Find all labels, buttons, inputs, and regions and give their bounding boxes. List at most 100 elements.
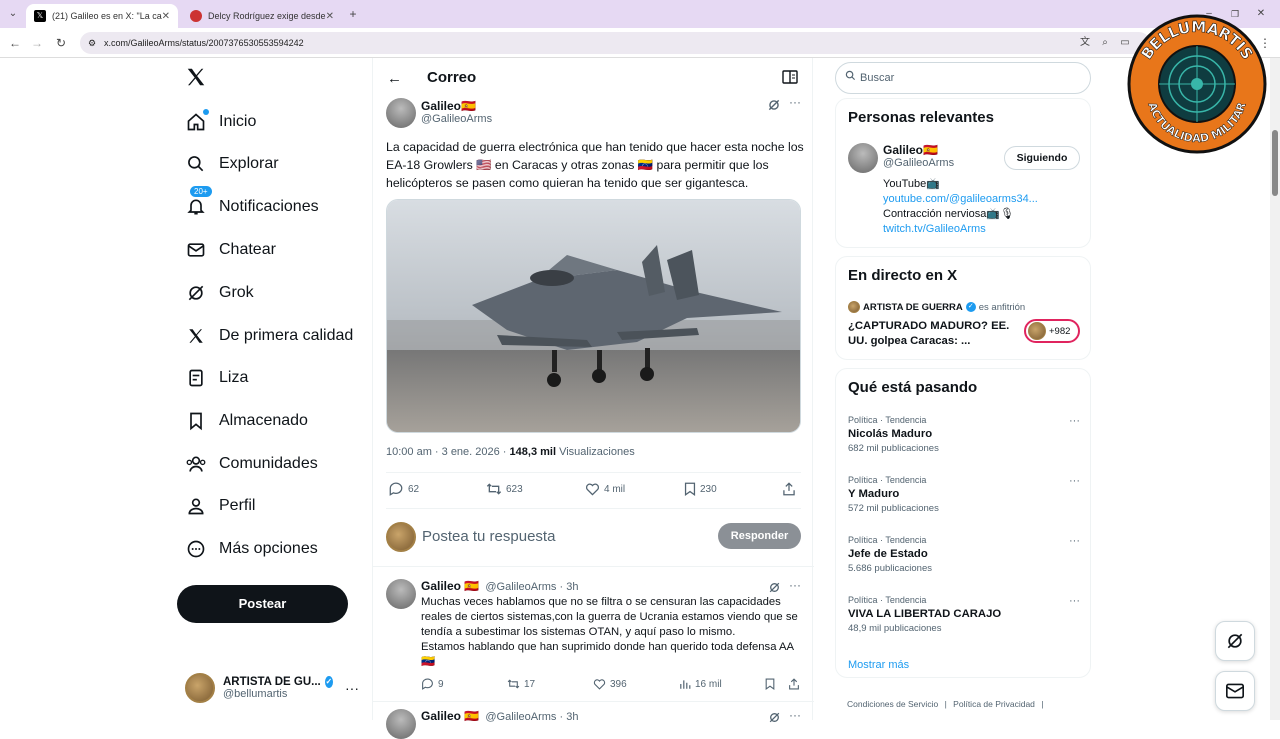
tweet-image[interactable]: [386, 199, 801, 433]
author-name[interactable]: Galileo🇪🇸: [421, 99, 492, 113]
browser-tab-active[interactable]: 𝕏 (21) Galileo es en X: "La capaci ✕: [26, 4, 178, 28]
share-button[interactable]: [782, 482, 796, 496]
grok-icon[interactable]: [768, 711, 781, 729]
repost-count: 17: [524, 678, 536, 690]
divider: [373, 701, 814, 702]
reload-icon[interactable]: ↻: [52, 34, 70, 52]
account-switcher[interactable]: ARTISTA DE GU... ✓ @bellumartis ···: [185, 670, 370, 706]
more-icon[interactable]: ···: [789, 95, 801, 109]
grok-icon[interactable]: [768, 581, 781, 599]
notification-badge: 20+: [190, 186, 212, 197]
nav-item-premium[interactable]: De primera calidad: [185, 318, 353, 354]
reply-button[interactable]: 62: [388, 482, 419, 496]
reader-icon[interactable]: [782, 70, 798, 89]
scrollbar[interactable]: [1270, 58, 1280, 720]
nav-item-inicio[interactable]: Inicio: [185, 104, 256, 140]
profile-icon: [185, 495, 207, 517]
more-icon[interactable]: ···: [1069, 475, 1080, 487]
grok-fab[interactable]: [1215, 621, 1255, 661]
trend-count: 572 mil publicaciones: [848, 503, 939, 514]
back-arrow-icon[interactable]: ←: [387, 70, 402, 87]
like-button[interactable]: 4 mil: [585, 482, 625, 496]
communities-icon: [185, 453, 207, 475]
nav-item-perfil[interactable]: Perfil: [185, 488, 255, 524]
author-handle[interactable]: @GalileoArms · 3h: [485, 581, 578, 593]
site-info-icon[interactable]: ⚙: [88, 32, 96, 54]
nav-item-comunidades[interactable]: Comunidades: [185, 446, 318, 482]
footer-links: Condiciones de Servicio | Política de Pr…: [847, 699, 1044, 709]
share-button[interactable]: [788, 678, 800, 690]
url-field[interactable]: ⚙ x.com/GalileoArms/status/2007376530553…: [80, 32, 1150, 54]
live-host: ARTISTA DE GUERRA ✓ es anfitrión: [848, 301, 1025, 313]
close-tab-icon[interactable]: ✕: [326, 11, 334, 22]
author-name[interactable]: Galileo 🇪🇸: [421, 709, 479, 723]
x-logo-icon[interactable]: [185, 66, 209, 90]
svg-text:BELLUMARTIS: BELLUMARTIS: [1138, 18, 1257, 63]
more-icon[interactable]: ···: [1069, 415, 1080, 427]
tweet-timestamp[interactable]: 10:00 am · 3 ene. 2026 ·: [386, 446, 510, 458]
post-button[interactable]: Postear: [177, 585, 348, 623]
trend-category: Política · Tendencia: [848, 595, 927, 605]
terms-link[interactable]: Condiciones de Servicio: [847, 699, 938, 709]
new-tab-icon[interactable]: +: [344, 5, 362, 23]
tab-list-icon[interactable]: ⌄: [4, 5, 22, 23]
nav-item-chatear[interactable]: Chatear: [185, 232, 276, 268]
repost-icon: [507, 679, 520, 689]
messages-fab[interactable]: [1215, 671, 1255, 711]
show-more-link[interactable]: Mostrar más: [848, 659, 909, 671]
live-title[interactable]: ¿CAPTURADO MADURO? EE. UU. golpea Caraca…: [848, 319, 1016, 349]
nav-item-notificaciones[interactable]: 20+ Notificaciones: [185, 186, 319, 225]
author-handle[interactable]: @GalileoArms · 3h: [485, 711, 578, 723]
nav-item-almacenado[interactable]: Almacenado: [185, 403, 308, 439]
listeners-pill[interactable]: +982: [1024, 319, 1080, 343]
bio-link[interactable]: youtube.com/@galileoarms34...: [883, 192, 1038, 207]
back-icon[interactable]: ←: [6, 34, 24, 52]
nav-item-grok[interactable]: Grok: [185, 275, 254, 311]
following-button[interactable]: Siguiendo: [1004, 146, 1080, 170]
reply-button[interactable]: 9: [421, 678, 444, 690]
forward-icon[interactable]: →: [28, 34, 46, 52]
reply-tweet[interactable]: Galileo 🇪🇸 @GalileoArms · 3h ···: [386, 708, 801, 739]
privacy-link[interactable]: Política de Privacidad: [953, 699, 1035, 709]
translate-icon[interactable]: 文: [1076, 34, 1094, 52]
avatar[interactable]: [386, 98, 416, 128]
person-handle[interactable]: @GalileoArms: [883, 157, 954, 169]
reply-icon: [389, 482, 403, 496]
bookmark-button[interactable]: 230: [684, 482, 717, 496]
zoom-icon[interactable]: ⌕: [1096, 34, 1114, 52]
repost-button[interactable]: 17: [507, 678, 535, 690]
avatar[interactable]: [386, 709, 416, 739]
trend-item[interactable]: Política · Tendencia Jefe de Estado 5.68…: [848, 535, 1080, 574]
browser-tab[interactable]: Delcy Rodríguez exige desde K ✕: [182, 4, 342, 28]
search-input[interactable]: Buscar: [835, 62, 1091, 94]
repost-button[interactable]: 623: [486, 482, 523, 496]
nav-item-liza[interactable]: Liza: [185, 360, 248, 396]
trend-item[interactable]: Política · Tendencia Y Maduro 572 mil pu…: [848, 475, 1080, 514]
avatar[interactable]: [386, 579, 416, 609]
scrollbar-thumb[interactable]: [1272, 130, 1278, 196]
trend-item[interactable]: Política · Tendencia VIVA LA LIBERTAD CA…: [848, 595, 1080, 634]
avatar[interactable]: [848, 143, 878, 173]
bookmark-button[interactable]: [765, 678, 775, 690]
more-icon[interactable]: ···: [345, 680, 359, 696]
nav-item-mas-opciones[interactable]: Más opciones: [185, 531, 318, 567]
author-handle[interactable]: @GalileoArms: [421, 113, 492, 125]
grok-icon[interactable]: [767, 98, 781, 117]
reply-count: 62: [408, 483, 420, 495]
bio-link[interactable]: twitch.tv/GalileoArms: [883, 222, 1038, 237]
home-icon: [185, 109, 209, 133]
author-name[interactable]: Galileo 🇪🇸: [421, 579, 479, 593]
more-icon[interactable]: ···: [1069, 595, 1080, 607]
more-icon[interactable]: ···: [789, 578, 801, 592]
live-card: En directo en X ARTISTA DE GUERRA ✓ es a…: [835, 256, 1091, 360]
responder-button[interactable]: Responder: [718, 523, 801, 549]
close-tab-icon[interactable]: ✕: [162, 11, 170, 22]
views-button[interactable]: 16 mil: [679, 678, 722, 690]
reply-tweet[interactable]: Galileo 🇪🇸 @GalileoArms · 3h ··· Muchas …: [386, 578, 801, 698]
more-icon[interactable]: ···: [1069, 535, 1080, 547]
trend-item[interactable]: Política · Tendencia Nicolás Maduro 682 …: [848, 415, 1080, 454]
reply-input[interactable]: Postea tu respuesta: [422, 528, 555, 545]
like-button[interactable]: 396: [593, 678, 627, 690]
nav-item-explorar[interactable]: Explorar: [185, 146, 279, 182]
person-name[interactable]: Galileo🇪🇸: [883, 143, 954, 157]
